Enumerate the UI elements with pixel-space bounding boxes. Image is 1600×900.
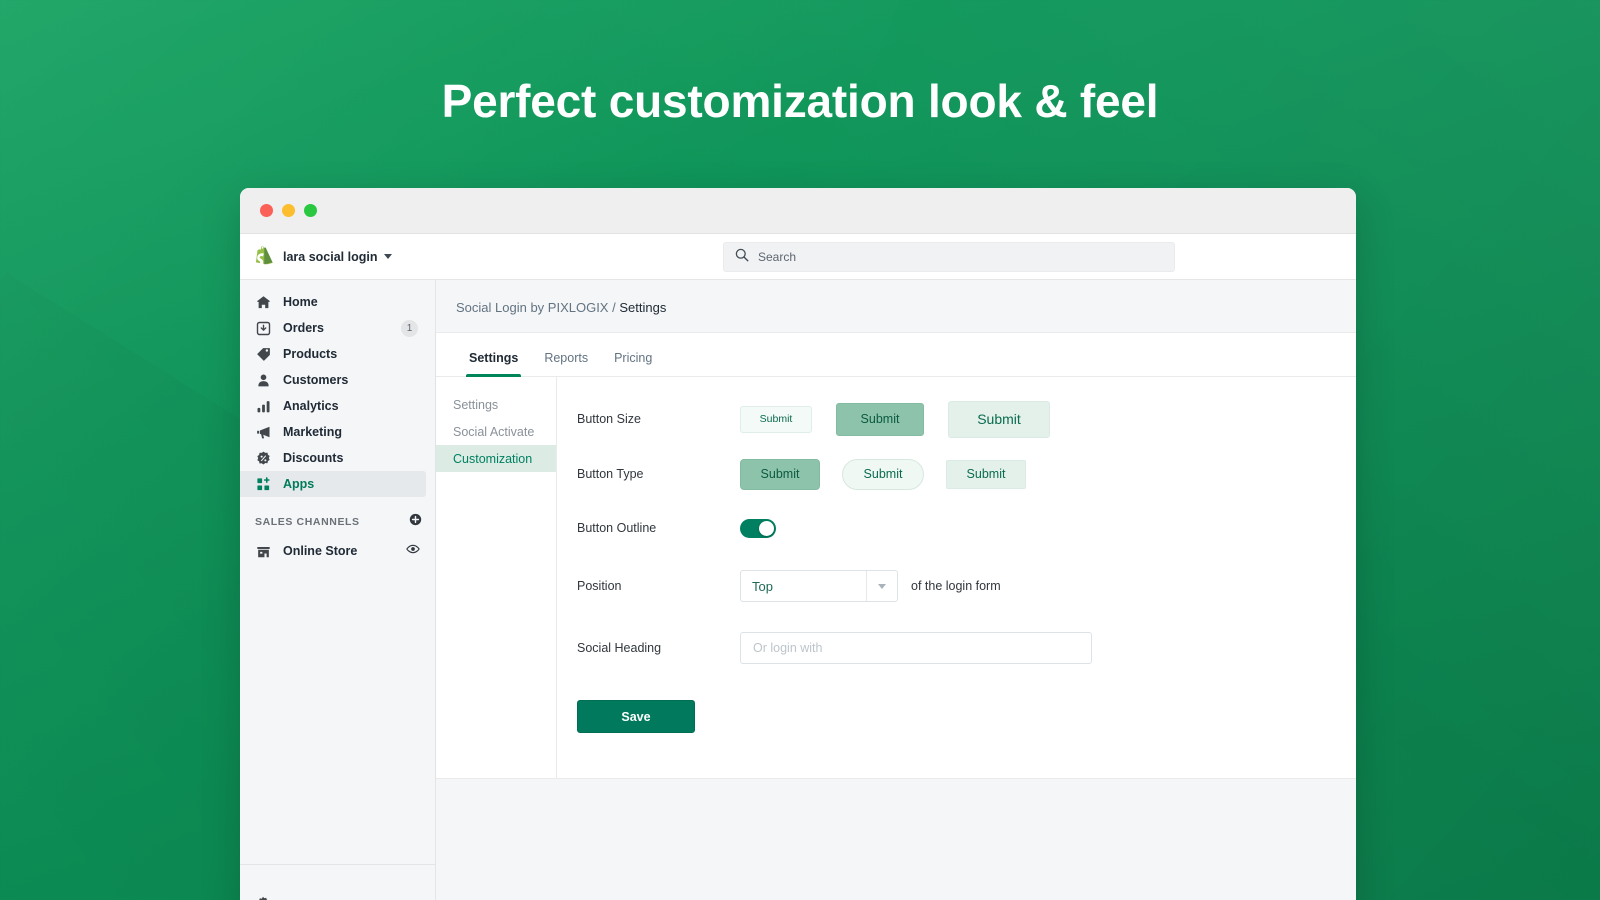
- sidebar-item-label: Apps: [283, 477, 314, 491]
- orders-count-badge: 1: [401, 320, 418, 337]
- search-input[interactable]: Search: [723, 242, 1175, 272]
- form-row-button-size: Button Size Submit Submit Submit: [557, 399, 1356, 439]
- sidebar-footer-settings[interactable]: Settings: [240, 864, 435, 900]
- sidebar-item-label: Discounts: [283, 451, 343, 465]
- form-row-button-outline: Button Outline: [557, 508, 1356, 548]
- sidebar-item-analytics[interactable]: Analytics: [240, 393, 426, 419]
- sidebar-item-home[interactable]: Home: [240, 289, 426, 315]
- sidebar-item-online-store[interactable]: Online Store: [240, 538, 426, 564]
- sidebar-item-discounts[interactable]: Discounts: [240, 445, 426, 471]
- home-icon: [255, 294, 271, 310]
- subnav-item-settings[interactable]: Settings: [436, 391, 556, 418]
- save-button[interactable]: Save: [577, 700, 695, 733]
- button-size-option-small[interactable]: Submit: [740, 406, 812, 433]
- subnav-item-social-activate[interactable]: Social Activate: [436, 418, 556, 445]
- social-heading-input[interactable]: Or login with: [740, 632, 1092, 664]
- subnav-item-customization[interactable]: Customization: [436, 445, 556, 472]
- search-placeholder: Search: [758, 250, 796, 264]
- button-type-option-pill[interactable]: Submit: [842, 459, 924, 490]
- position-select-arrow-box[interactable]: [866, 571, 897, 601]
- person-icon: [255, 372, 271, 388]
- form-row-position: Position Top of the login form: [557, 566, 1356, 606]
- browser-window: lara social login Search Home: [240, 188, 1356, 900]
- page-footer-area: [436, 779, 1356, 900]
- sidebar-item-apps[interactable]: Apps: [240, 471, 426, 497]
- sidebar-item-products[interactable]: Products: [240, 341, 426, 367]
- storefront-icon: [255, 543, 271, 559]
- tab-reports[interactable]: Reports: [531, 351, 601, 376]
- app-body: Home Orders 1 Products: [240, 280, 1356, 900]
- button-size-option-medium[interactable]: Submit: [836, 403, 924, 436]
- position-select-value: Top: [741, 579, 866, 594]
- shopify-topbar: lara social login Search: [240, 234, 1356, 280]
- sidebar-item-customers[interactable]: Customers: [240, 367, 426, 393]
- settings-card: Settings Reports Pricing Settings Social…: [436, 332, 1356, 779]
- bar-chart-icon: [255, 398, 271, 414]
- tab-pricing[interactable]: Pricing: [601, 351, 665, 376]
- window-titlebar: [240, 188, 1356, 234]
- store-switcher[interactable]: lara social login: [240, 246, 436, 267]
- chevron-down-icon: [384, 254, 392, 259]
- breadcrumb-separator: /: [612, 300, 616, 315]
- sidebar-item-label: Orders: [283, 321, 324, 335]
- button-type-option-square[interactable]: Submit: [946, 460, 1026, 489]
- store-name-label: lara social login: [283, 250, 377, 264]
- card-body: Settings Social Activate Customization B…: [436, 377, 1356, 778]
- sidebar-item-label: Marketing: [283, 425, 342, 439]
- search-icon: [735, 248, 749, 267]
- sidebar-item-label: Online Store: [283, 544, 357, 558]
- form-actions: Save: [557, 700, 1356, 733]
- sidebar-item-marketing[interactable]: Marketing: [240, 419, 426, 445]
- sidebar-item-label: Analytics: [283, 399, 339, 413]
- zoom-traffic-light[interactable]: [304, 204, 317, 217]
- social-heading-placeholder: Or login with: [753, 641, 822, 655]
- tab-settings[interactable]: Settings: [456, 351, 531, 376]
- discount-percent-icon: [255, 450, 271, 466]
- breadcrumb: Social Login by PIXLOGIX / Settings: [436, 280, 1356, 315]
- megaphone-icon: [255, 424, 271, 440]
- toggle-knob: [759, 521, 774, 536]
- position-label: Position: [577, 579, 740, 593]
- orders-inbox-icon: [255, 320, 271, 336]
- social-heading-label: Social Heading: [577, 641, 740, 655]
- breadcrumb-app[interactable]: Social Login by PIXLOGIX: [456, 300, 608, 315]
- shopify-logo-icon: [254, 246, 273, 267]
- button-outline-label: Button Outline: [577, 521, 740, 535]
- sidebar-item-label: Home: [283, 295, 318, 309]
- button-type-label: Button Type: [577, 467, 740, 481]
- chevron-down-icon: [878, 584, 886, 589]
- customization-form: Button Size Submit Submit Submit B: [557, 377, 1356, 778]
- button-size-label: Button Size: [577, 412, 740, 426]
- close-traffic-light[interactable]: [260, 204, 273, 217]
- form-row-button-type: Button Type Submit Submit Submit: [557, 454, 1356, 494]
- sidebar-item-label: Products: [283, 347, 337, 361]
- breadcrumb-page: Settings: [619, 300, 666, 315]
- position-suffix-text: of the login form: [911, 579, 1001, 593]
- sidebar-item-label: Customers: [283, 373, 348, 387]
- tag-icon: [255, 346, 271, 362]
- position-select[interactable]: Top: [740, 570, 898, 602]
- settings-subnav: Settings Social Activate Customization: [436, 377, 557, 778]
- minimize-traffic-light[interactable]: [282, 204, 295, 217]
- gear-icon: [255, 896, 271, 900]
- sidebar-item-orders[interactable]: Orders 1: [240, 315, 426, 341]
- sidebar: Home Orders 1 Products: [240, 280, 436, 900]
- apps-grid-plus-icon: [255, 476, 271, 492]
- page-title: Perfect customization look & feel: [0, 74, 1600, 128]
- sales-channels-title: SALES CHANNELS: [255, 516, 360, 528]
- button-outline-toggle[interactable]: [740, 519, 776, 538]
- sales-channels-header: SALES CHANNELS: [240, 497, 435, 538]
- eye-icon[interactable]: [406, 542, 420, 561]
- tab-bar: Settings Reports Pricing: [436, 333, 1356, 377]
- main-content: Social Login by PIXLOGIX / Settings Sett…: [436, 280, 1356, 900]
- plus-circle-icon[interactable]: [409, 513, 422, 531]
- button-size-option-large[interactable]: Submit: [948, 401, 1050, 438]
- button-type-option-rounded[interactable]: Submit: [740, 459, 820, 490]
- form-row-social-heading: Social Heading Or login with: [557, 628, 1356, 668]
